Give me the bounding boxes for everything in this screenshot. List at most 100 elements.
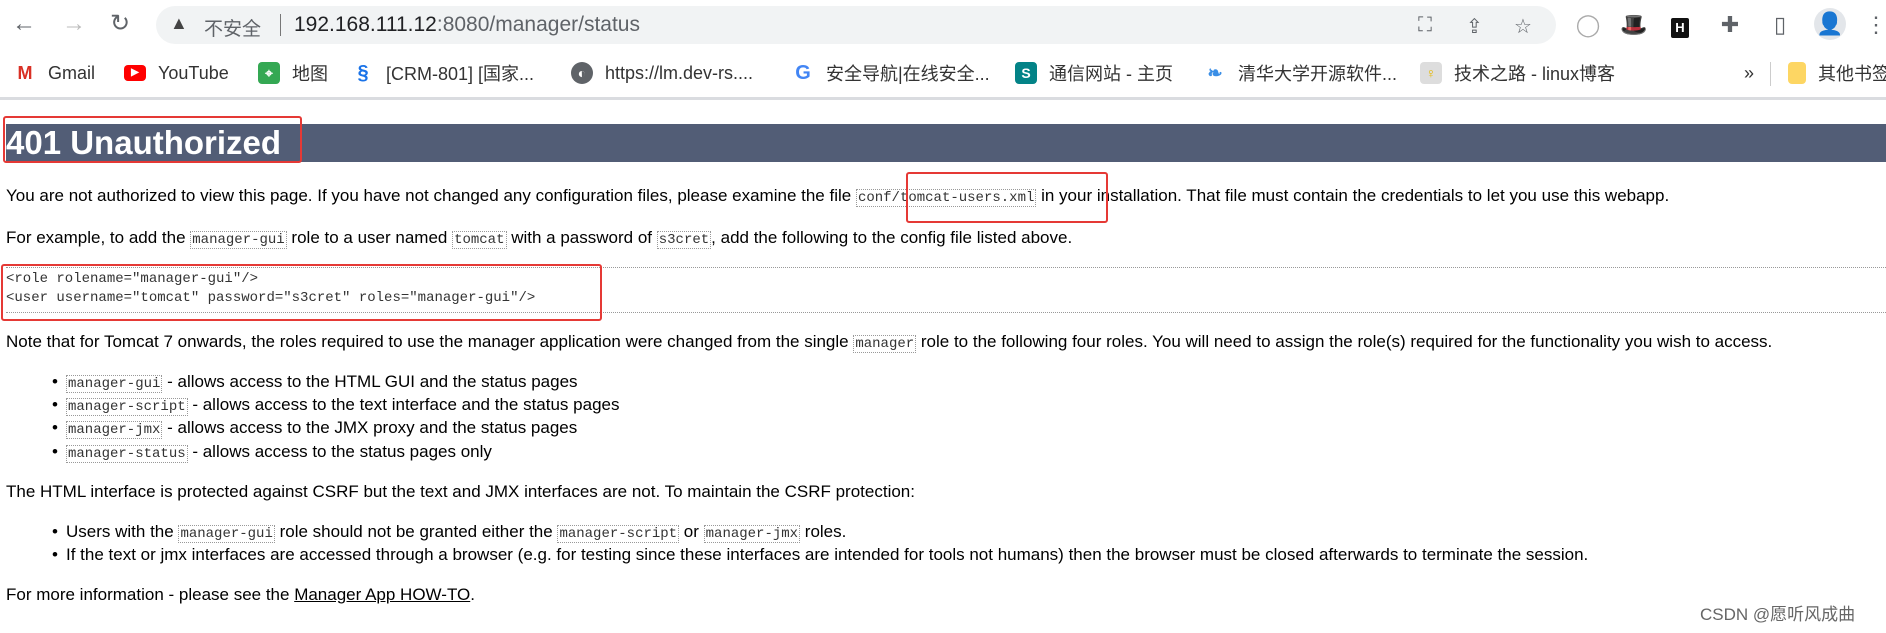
youtube-icon: ▶: [124, 65, 146, 81]
text: - allows access to the HTML GUI and the …: [162, 372, 578, 391]
list-item: • manager-script - allows access to the t…: [52, 394, 620, 418]
list-item: • If the text or jmx interfaces are acces…: [52, 544, 1589, 566]
role-code: manager-status: [66, 445, 188, 463]
text: .: [470, 585, 475, 604]
role-code: manager-gui: [178, 525, 275, 543]
snippet-line: <user username="tomcat" password="s3cret…: [6, 290, 536, 306]
bullet: •: [52, 418, 58, 437]
chevron-double-icon: »: [1744, 62, 1755, 83]
config-snippet: <role rolename="manager-gui"/> <user use…: [6, 270, 535, 308]
bookmark-comm-site[interactable]: S 通信网站 - 主页: [1015, 60, 1173, 86]
username-code: tomcat: [452, 231, 507, 249]
snippet-line: <role rolename="manager-gui"/>: [6, 271, 259, 287]
title-bar: 401 Unauthorized: [6, 124, 1886, 162]
list-item: • Users with the manager-gui role should …: [52, 521, 847, 545]
dotted-divider: [6, 267, 1886, 268]
page-title: 401 Unauthorized: [6, 124, 282, 161]
csrf-paragraph: The HTML interface is protected against …: [6, 482, 915, 501]
watermark: CSDN @愿听风成曲: [1700, 605, 1856, 624]
bullet: •: [52, 372, 58, 391]
role-code: manager-gui: [190, 231, 287, 249]
config-file-code: conf/tomcat-users.xml: [855, 189, 1037, 207]
reload-icon[interactable]: ↻: [106, 10, 134, 38]
bookmark-label: 通信网站 - 主页: [1049, 64, 1173, 84]
text: For example, to add the: [6, 228, 191, 247]
bullet: •: [52, 522, 58, 541]
text: roles.: [800, 522, 847, 541]
globe-icon: ◐: [571, 62, 593, 84]
list-item: • manager-status - allows access to the s…: [52, 441, 492, 465]
bookmark-label: [CRM-801] [国家...: [386, 64, 535, 84]
more-info-paragraph: For more information - please see the Ma…: [6, 584, 475, 606]
bookmark-label: https://lm.dev-rs....: [605, 62, 754, 83]
url-text[interactable]: 192.168.111.12:8080/manager/status: [294, 13, 640, 37]
profile-avatar-icon[interactable]: 👤: [1814, 8, 1846, 40]
role-code: manager-jmx: [703, 525, 801, 543]
roles-note-paragraph: Note that for Tomcat 7 onwards, the role…: [6, 331, 1772, 355]
translate-icon[interactable]: ⛶: [1418, 14, 1432, 37]
role-code: manager-script: [557, 525, 680, 543]
text: , add the following to the config file l…: [711, 228, 1073, 247]
list-item: • manager-jmx - allows access to the JMX …: [52, 417, 577, 441]
text: You are not authorized to view this page…: [6, 186, 856, 205]
bookmark-safe-nav[interactable]: G 安全导航|在线安全...: [792, 60, 990, 86]
extension-h-icon[interactable]: H: [1666, 12, 1694, 38]
folder-icon: [1788, 62, 1806, 84]
extension-hat-icon[interactable]: 🎩: [1620, 12, 1648, 38]
text: If the text or jmx interfaces are access…: [66, 545, 1589, 564]
bookmark-star-icon[interactable]: ☆: [1514, 14, 1532, 39]
extensions-puzzle-icon[interactable]: ✚: [1716, 12, 1744, 38]
address-bar[interactable]: ▲ 不安全 192.168.111.12:8080/manager/status…: [156, 6, 1556, 44]
bullet: •: [52, 442, 58, 461]
bookmark-label: 其他书签: [1818, 64, 1886, 84]
bookmark-label: 地图: [292, 64, 328, 84]
list-item: • manager-gui - allows access to the HTML…: [52, 371, 578, 395]
text: For more information - please see the: [6, 585, 295, 604]
warning-icon: ▲: [170, 13, 188, 33]
manager-howto-link[interactable]: Manager App HOW-TO: [294, 585, 470, 604]
password-code: s3cret: [656, 231, 712, 249]
example-paragraph: For example, to add the manager-gui role…: [6, 227, 1072, 251]
bookmark-tech-road[interactable]: ♀ 技术之路 - linux博客: [1420, 60, 1615, 86]
menu-icon[interactable]: ⋮: [1862, 12, 1886, 38]
text: - allows access to the status pages only: [187, 442, 492, 461]
bookmark-label: YouTube: [158, 62, 229, 83]
bookmark-label: 清华大学开源软件...: [1238, 64, 1398, 84]
text: with a password of: [506, 228, 657, 247]
bookmark-lm-dev[interactable]: ◐ https://lm.dev-rs....: [571, 60, 753, 86]
bookmark-label: 安全导航|在线安全...: [826, 64, 990, 84]
role-code: manager: [853, 335, 917, 353]
bullet: •: [52, 545, 58, 564]
bookmark-youtube[interactable]: ▶ YouTube: [124, 60, 229, 86]
bookmark-label: Gmail: [48, 62, 96, 83]
text: - allows access to the text interface an…: [187, 395, 620, 414]
other-bookmarks[interactable]: 其他书签: [1788, 60, 1886, 86]
role-code: manager-jmx: [66, 421, 163, 439]
forward-icon[interactable]: →: [60, 10, 88, 38]
intro-paragraph: You are not authorized to view this page…: [6, 185, 1669, 209]
dotted-divider: [6, 312, 1886, 313]
bulb-icon: ♀: [1420, 62, 1442, 84]
role-code: manager-gui: [66, 375, 163, 393]
extension-circle-icon[interactable]: ◯: [1574, 12, 1602, 38]
side-panel-icon[interactable]: ▯: [1766, 12, 1794, 38]
gmail-icon: M: [17, 63, 33, 83]
bookmark-tuna[interactable]: ❧ 清华大学开源软件...: [1204, 60, 1397, 86]
text: Note that for Tomcat 7 onwards, the role…: [6, 332, 854, 351]
tuna-icon: ❧: [1207, 63, 1223, 83]
sharepoint-icon: S: [1015, 62, 1037, 84]
bookmark-crm[interactable]: § [CRM-801] [国家...: [352, 60, 534, 86]
divider: [280, 14, 281, 36]
text: or: [679, 522, 704, 541]
more-bookmarks-button[interactable]: »: [1744, 60, 1754, 86]
insecure-label: 不安全: [204, 19, 262, 40]
text: role to a user named: [286, 228, 453, 247]
share-icon[interactable]: ⇪: [1466, 14, 1483, 39]
text: role should not be granted either the: [274, 522, 558, 541]
bookmark-maps[interactable]: ⌖ 地图: [258, 60, 328, 86]
bookmark-gmail[interactable]: M Gmail: [14, 60, 96, 86]
bullet: •: [52, 395, 58, 414]
browser-toolbar: ← → ↻ ▲ 不安全 192.168.111.12:8080/manager/…: [0, 0, 1886, 100]
url-host: 192.168.111.12: [294, 13, 437, 36]
back-icon[interactable]: ←: [10, 10, 38, 38]
